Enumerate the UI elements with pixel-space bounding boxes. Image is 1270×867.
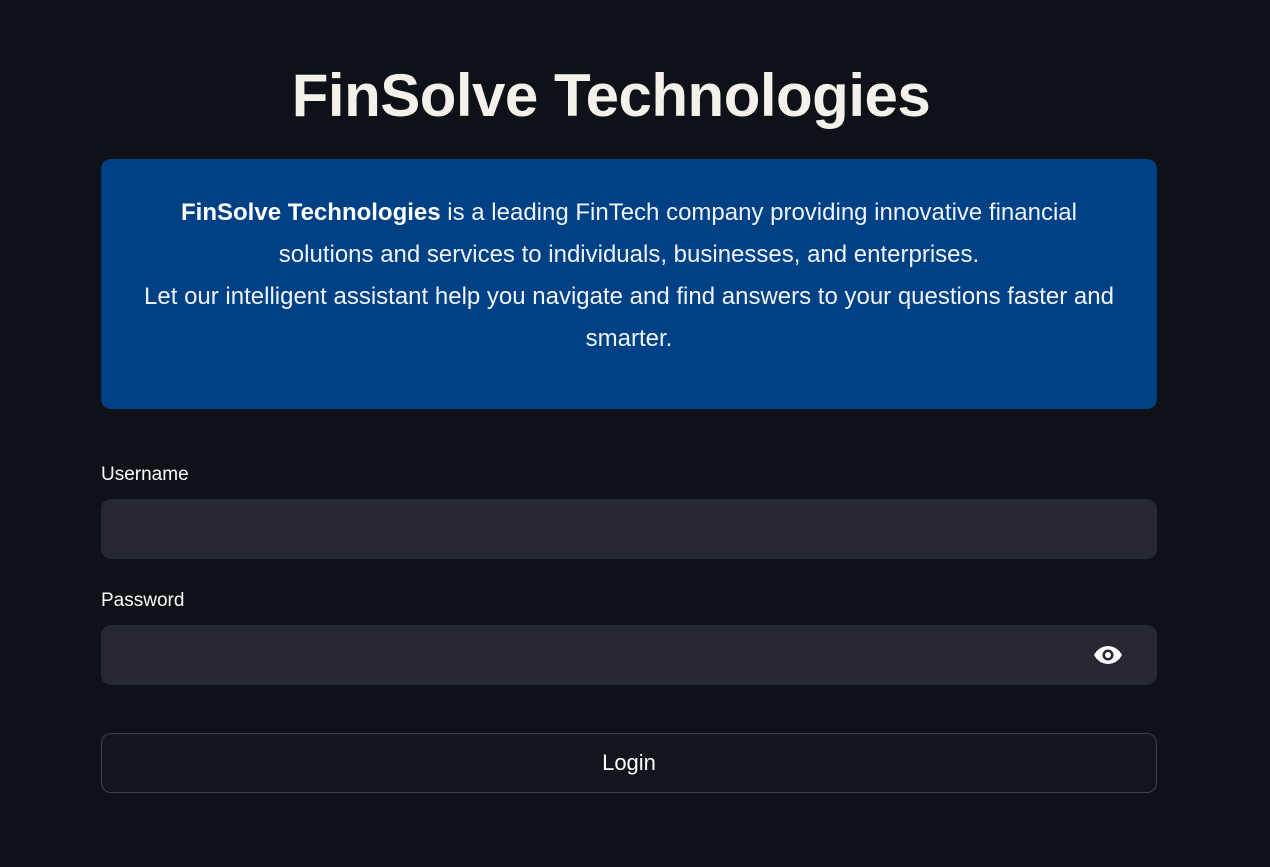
info-banner: FinSolve Technologies is a leading FinTe… <box>101 159 1157 409</box>
info-text-secondary: Let our intelligent assistant help you n… <box>144 283 1114 352</box>
login-button[interactable]: Login <box>101 733 1157 793</box>
username-input[interactable] <box>101 499 1157 559</box>
password-input[interactable] <box>101 625 1157 685</box>
password-label: Password <box>101 590 185 611</box>
page-title: FinSolve Technologies <box>291 62 931 129</box>
company-name: FinSolve Technologies <box>181 199 441 226</box>
info-paragraph: FinSolve Technologies is a leading FinTe… <box>131 192 1127 276</box>
show-password-toggle[interactable] <box>1088 637 1128 673</box>
username-label: Username <box>101 464 189 485</box>
login-page: FinSolve Technologies FinSolve Technolog… <box>0 0 1270 867</box>
eye-icon <box>1094 646 1122 664</box>
